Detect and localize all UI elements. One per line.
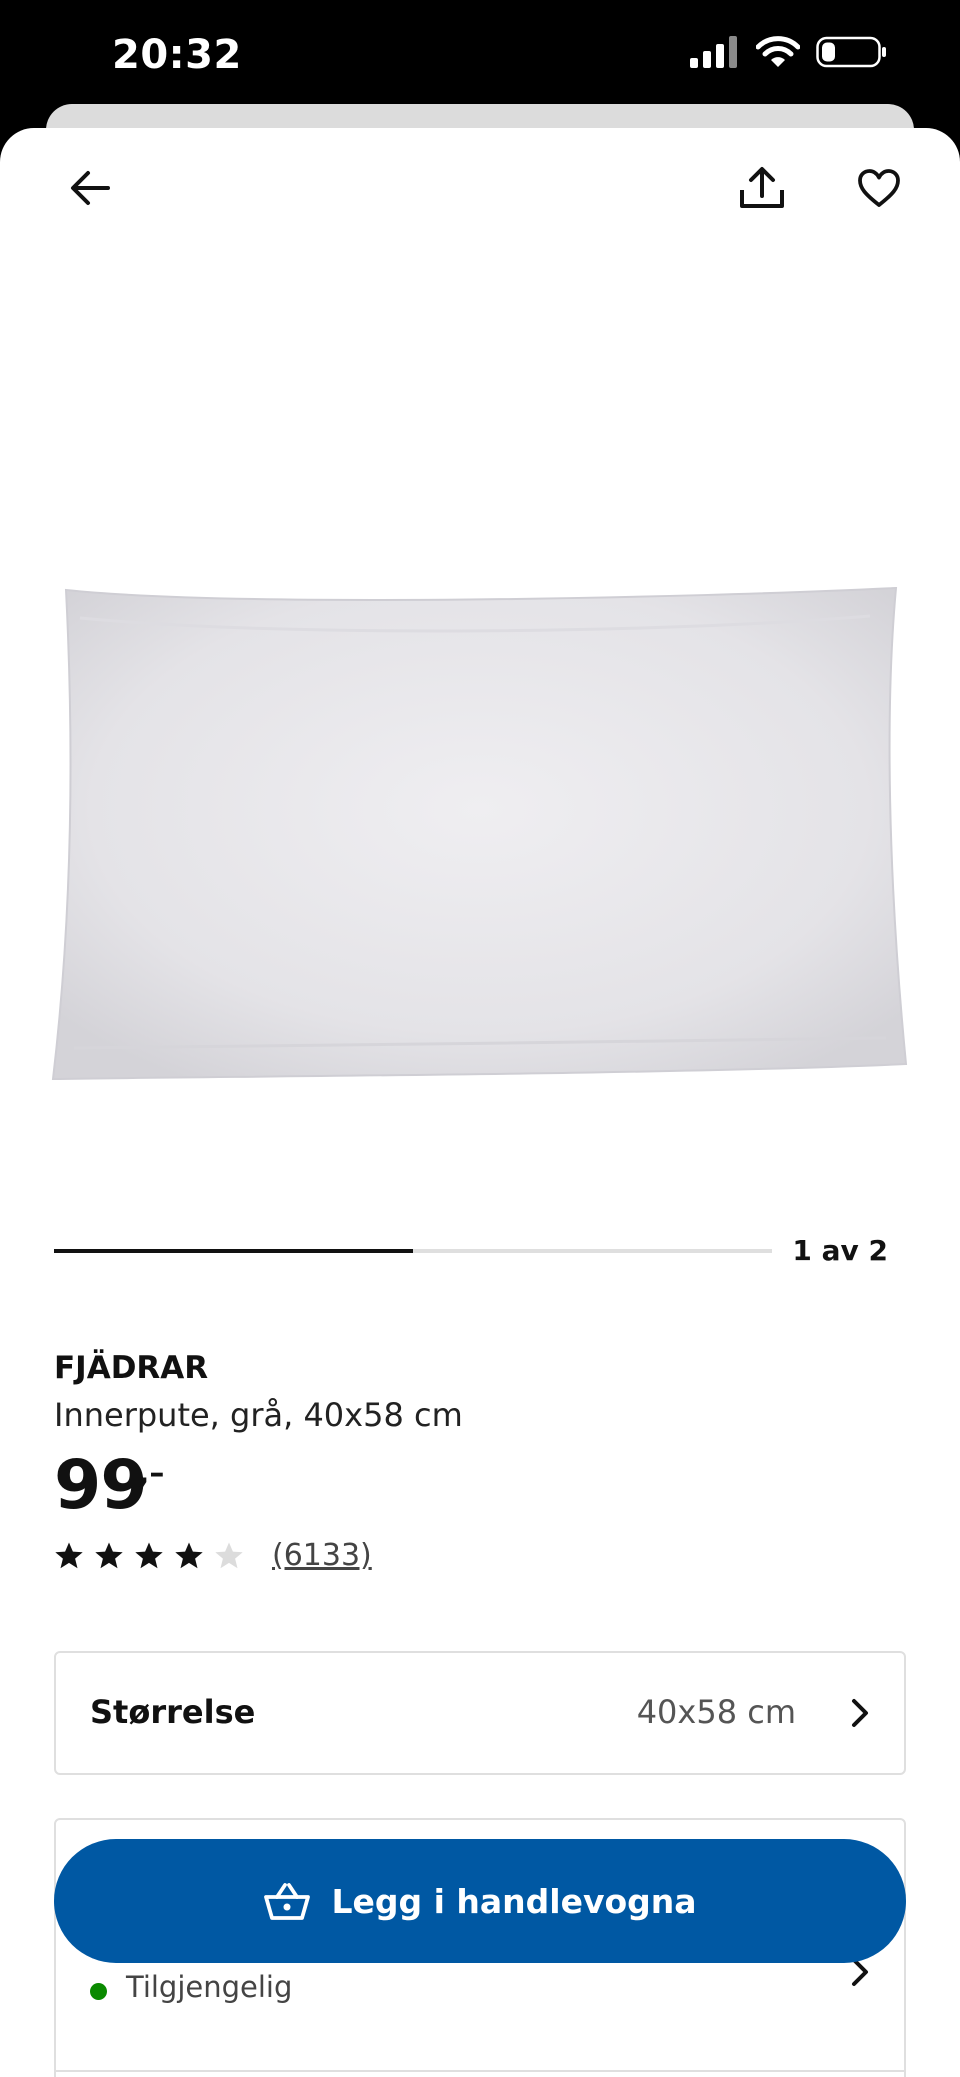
availability-status: Tilgjengelig [126, 1970, 293, 2004]
product-description: Innerpute, grå, 40x58 cm [54, 1396, 463, 1434]
gallery-progress-fill [54, 1249, 413, 1253]
size-selector[interactable]: Størrelse 40x58 cm [54, 1651, 906, 1775]
back-arrow-icon [71, 171, 110, 205]
product-image[interactable] [50, 448, 910, 1188]
review-count-link[interactable]: (6133) [272, 1538, 372, 1573]
chevron-right-icon [852, 1699, 868, 1727]
status-bar: 20:32 [0, 0, 960, 110]
star-filled-icon [55, 1542, 83, 1568]
rating-stars [54, 1541, 244, 1571]
share-button[interactable] [726, 152, 798, 224]
star-filled-icon [95, 1542, 123, 1568]
star-filled-icon [175, 1542, 203, 1568]
rating[interactable]: (6133) [54, 1538, 372, 1573]
battery-icon [816, 36, 886, 68]
product-name: FJÄDRAR [54, 1350, 209, 1386]
favorite-button[interactable] [843, 152, 915, 224]
add-to-cart-label: Legg i handlevogna [331, 1881, 697, 1921]
product-sheet: 1 av 2 FJÄDRAR Innerpute, grå, 40x58 cm … [0, 128, 960, 2077]
status-icons [690, 36, 888, 68]
divider [56, 2070, 904, 2072]
size-value: 40x58 cm [636, 1693, 796, 1731]
star-filled-icon [135, 1542, 163, 1568]
gallery-progress-bar [54, 1249, 772, 1253]
price-suffix: ,– [138, 1456, 165, 1491]
shopping-basket-icon [264, 1883, 311, 1920]
gallery-counter: 1 av 2 [792, 1234, 888, 1267]
size-label: Størrelse [90, 1693, 256, 1731]
cellular-signal-icon [690, 36, 737, 68]
share-icon [740, 167, 784, 208]
heart-icon [858, 169, 900, 207]
product-price: 99 [54, 1446, 148, 1525]
back-button[interactable] [54, 152, 126, 224]
availability-status-dot [90, 1983, 107, 2000]
add-to-cart-button[interactable]: Legg i handlevogna [54, 1839, 906, 1963]
wifi-icon [756, 36, 800, 67]
star-empty-icon [215, 1542, 243, 1568]
status-time: 20:32 [112, 32, 242, 78]
